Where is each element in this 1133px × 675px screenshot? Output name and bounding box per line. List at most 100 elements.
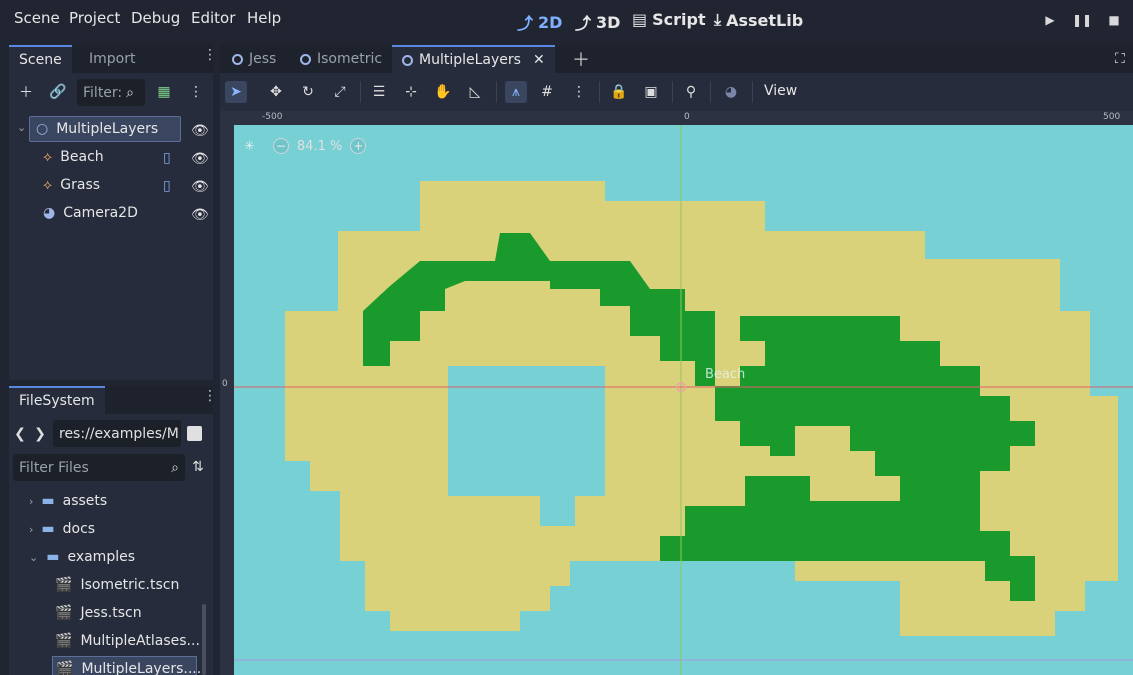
menu-help[interactable]: Help <box>247 9 281 27</box>
add-tab-button[interactable]: ＋ <box>562 45 600 73</box>
file-multipleatlases[interactable]: 🎬 MultipleAtlases... <box>55 628 200 654</box>
back-button[interactable]: ❮ <box>13 423 27 445</box>
grid-snap-button[interactable]: # <box>536 81 558 103</box>
zoom-controls: ✳ − 84.1 % + <box>244 138 367 154</box>
view-menu[interactable]: View <box>764 83 797 99</box>
scene-file-icon: 🎬 <box>56 661 74 675</box>
tab-filesystem[interactable]: FileSystem <box>9 386 105 414</box>
toolbar-divider <box>360 81 361 103</box>
visibility-eye-icon[interactable]: 👁 <box>191 151 209 167</box>
snap-options-button[interactable]: ⋮ <box>568 81 590 103</box>
ruler-label: 500 <box>1103 112 1121 122</box>
toggle-split-view-button[interactable] <box>187 426 202 441</box>
tab-multiplelayers[interactable]: MultipleLayers ✕ <box>392 45 555 73</box>
sort-button[interactable]: ⇅ <box>187 456 209 478</box>
menu-editor[interactable]: Editor <box>191 9 235 27</box>
scene-file-icon: 🎬 <box>55 633 73 649</box>
tab-import[interactable]: Import <box>79 45 145 73</box>
camera-override-button[interactable]: ◕ <box>720 81 742 103</box>
kebab-menu-icon[interactable]: ⋮ <box>203 389 217 403</box>
kebab-icon: ⋮ <box>189 84 203 100</box>
pan-mode-button[interactable]: ✋ <box>432 81 454 103</box>
lock-button[interactable]: 🔒 <box>608 81 630 103</box>
kebab-icon: ⋮ <box>572 84 586 100</box>
menu-debug[interactable]: Debug <box>131 9 180 27</box>
distraction-free-button[interactable]: ⛶ <box>1115 51 1125 67</box>
folder-examples[interactable]: ⌄ ▬ examples <box>29 544 135 570</box>
scene-filter-input[interactable]: Filter: ⌕ <box>77 79 145 106</box>
forward-button[interactable]: ❯ <box>33 423 47 445</box>
select-mode-button[interactable]: ➤ <box>225 81 247 103</box>
scrollbar[interactable] <box>202 604 206 675</box>
group-icon: ▣ <box>644 84 658 100</box>
visibility-eye-icon[interactable]: 👁 <box>191 179 209 195</box>
center-view-icon[interactable]: ✳ <box>244 139 255 154</box>
ruler-label: 0 <box>222 379 228 389</box>
rotate-mode-button[interactable]: ↻ <box>297 81 319 103</box>
zoom-in-button[interactable]: + <box>350 138 367 154</box>
tree-node-grass[interactable]: ⟡ Grass <box>43 172 100 198</box>
tree-node-beach[interactable]: ⟡ Beach <box>43 144 104 170</box>
scale-mode-button[interactable]: ⤢ <box>329 81 351 103</box>
toolbar-divider <box>672 81 673 103</box>
folder-assets[interactable]: › ▬ assets <box>29 488 107 514</box>
smart-snap-button[interactable]: ⩚ <box>505 81 527 103</box>
menu-project[interactable]: Project <box>69 9 120 27</box>
list-select-button[interactable]: ☰ <box>368 81 390 103</box>
instance-scene-button[interactable]: 🔗 <box>47 81 69 103</box>
tree-node-camera2d[interactable]: ◕ Camera2D <box>43 200 138 226</box>
ruler-mode-button[interactable]: ◺ <box>464 81 486 103</box>
menu-scene[interactable]: Scene <box>14 9 60 27</box>
grid-icon: # <box>541 84 553 100</box>
canvas-viewport[interactable]: -500 0 500 0 ✳ − 84.1 % + Beach <box>220 111 1133 675</box>
file-multiplelayers[interactable]: 🎬 MultipleLayers.... <box>52 656 201 675</box>
canvas-node-label: Beach <box>705 367 746 382</box>
filter-files-input[interactable]: Filter Files ⌕ <box>13 454 185 481</box>
tab-jess[interactable]: Jess <box>222 45 286 73</box>
attach-script-button[interactable]: ▦ <box>153 81 175 103</box>
zoom-level[interactable]: 84.1 % <box>297 139 342 154</box>
close-icon[interactable]: ✕ <box>533 52 545 68</box>
folder-icon: ▬ <box>41 521 55 537</box>
tab-isometric[interactable]: Isometric <box>290 45 392 73</box>
node2d-icon <box>300 53 311 65</box>
folder-icon: ▬ <box>41 493 55 509</box>
stop-button[interactable]: ■ <box>1105 11 1123 29</box>
path-field[interactable]: res://examples/M <box>53 420 181 447</box>
file-jess[interactable]: 🎬 Jess.tscn <box>55 600 142 626</box>
skeleton-button[interactable]: ⚲ <box>680 81 702 103</box>
visibility-eye-icon[interactable]: 👁 <box>191 123 209 139</box>
workspace-assetlib-button[interactable]: ⤓ AssetLib <box>714 10 803 30</box>
tab-scene[interactable]: Scene <box>9 45 72 73</box>
zoom-out-button[interactable]: − <box>272 138 289 154</box>
pause-button[interactable]: ❚❚ <box>1072 11 1092 29</box>
play-button[interactable]: ▶ <box>1041 11 1059 29</box>
workspace-script-button[interactable]: ▤ Script <box>632 10 706 29</box>
script-icon[interactable]: ▯ <box>163 150 171 166</box>
pivot-mode-button[interactable]: ⊹ <box>400 81 422 103</box>
visibility-eye-icon[interactable]: 👁 <box>191 207 209 223</box>
scene-dock-tabs: Scene Import ⋮ <box>9 45 217 73</box>
tree-node-multiplelayers[interactable]: ○ MultipleLayers <box>29 116 181 142</box>
node2d-icon <box>402 54 413 66</box>
rotate-icon: ↻ <box>302 84 314 100</box>
workspace-2d-button[interactable]: ⤴ 2D <box>517 10 562 34</box>
lock-icon: 🔒 <box>610 84 628 100</box>
file-isometric[interactable]: 🎬 Isometric.tscn <box>55 572 179 598</box>
script-icon[interactable]: ▯ <box>163 178 171 194</box>
folder-docs[interactable]: › ▬ docs <box>29 516 95 542</box>
scale-icon: ⤢ <box>334 84 346 100</box>
script-icon: ▤ <box>632 10 648 29</box>
group-button[interactable]: ▣ <box>640 81 662 103</box>
tilemap-icon: ⟡ <box>43 149 53 165</box>
ruler-left: 0 <box>220 111 234 675</box>
3d-icon: ⤴ <box>575 14 592 33</box>
scene-options-button[interactable]: ⋮ <box>185 81 207 103</box>
kebab-menu-icon[interactable]: ⋮ <box>203 48 217 62</box>
ruler-label: -500 <box>262 112 283 122</box>
move-mode-button[interactable]: ✥ <box>265 81 287 103</box>
collapse-arrow-icon[interactable]: ⌄ <box>17 121 26 134</box>
filesystem-tabs: FileSystem ⋮ <box>9 386 217 414</box>
add-node-button[interactable]: ＋ <box>15 81 37 103</box>
workspace-3d-button[interactable]: ⤴ 3D <box>575 10 620 34</box>
